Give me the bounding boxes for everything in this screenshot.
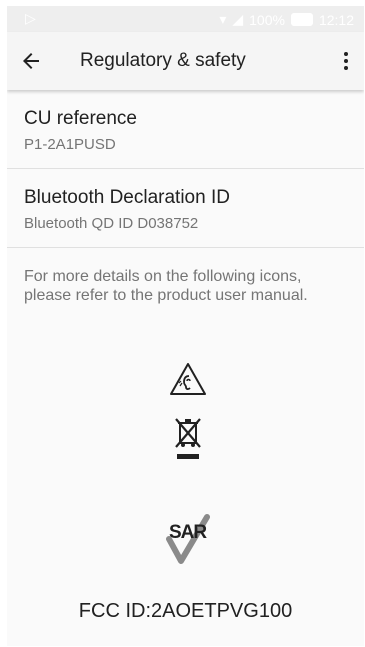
cu-reference-item[interactable]: CU reference P1-2A1PUSD [7,90,364,169]
wifi-icon: ▾ [219,11,227,27]
status-right: ▾ ◢ 100% 12:12 [219,11,354,28]
screen: ▷ ▾ ◢ 100% 12:12 Regulatory & safety CU … [7,6,364,646]
sar-label: SAR [169,522,207,543]
clock: 12:12 [318,11,354,28]
sar-icon: SAR [165,509,211,565]
bluetooth-declaration-item[interactable]: Bluetooth Declaration ID Bluetooth QD ID… [7,169,364,248]
item-title: Bluetooth Declaration ID [24,187,230,208]
hearing-warning-icon [170,363,206,395]
battery-icon [290,13,313,26]
fcc-id: FCC ID:2AOETPVG100 [78,600,293,622]
status-bar: ▷ ▾ ◢ 100% 12:12 [7,6,364,32]
item-subtitle: P1-2A1PUSD [24,136,116,153]
icon-info-note: For more details on the following icons,… [24,268,308,304]
item-subtitle: Bluetooth QD ID D038752 [24,215,199,232]
crossed-out-bin-icon [175,418,201,459]
page-title: Regulatory & safety [80,50,246,71]
more-options-icon[interactable] [334,49,358,73]
item-title: CU reference [24,108,137,129]
battery-percent: 100% [249,11,285,28]
back-arrow-icon[interactable] [19,49,43,73]
play-store-icon: ▷ [25,10,36,26]
app-bar: Regulatory & safety [7,32,364,90]
signal-icon: ◢ [232,11,244,27]
